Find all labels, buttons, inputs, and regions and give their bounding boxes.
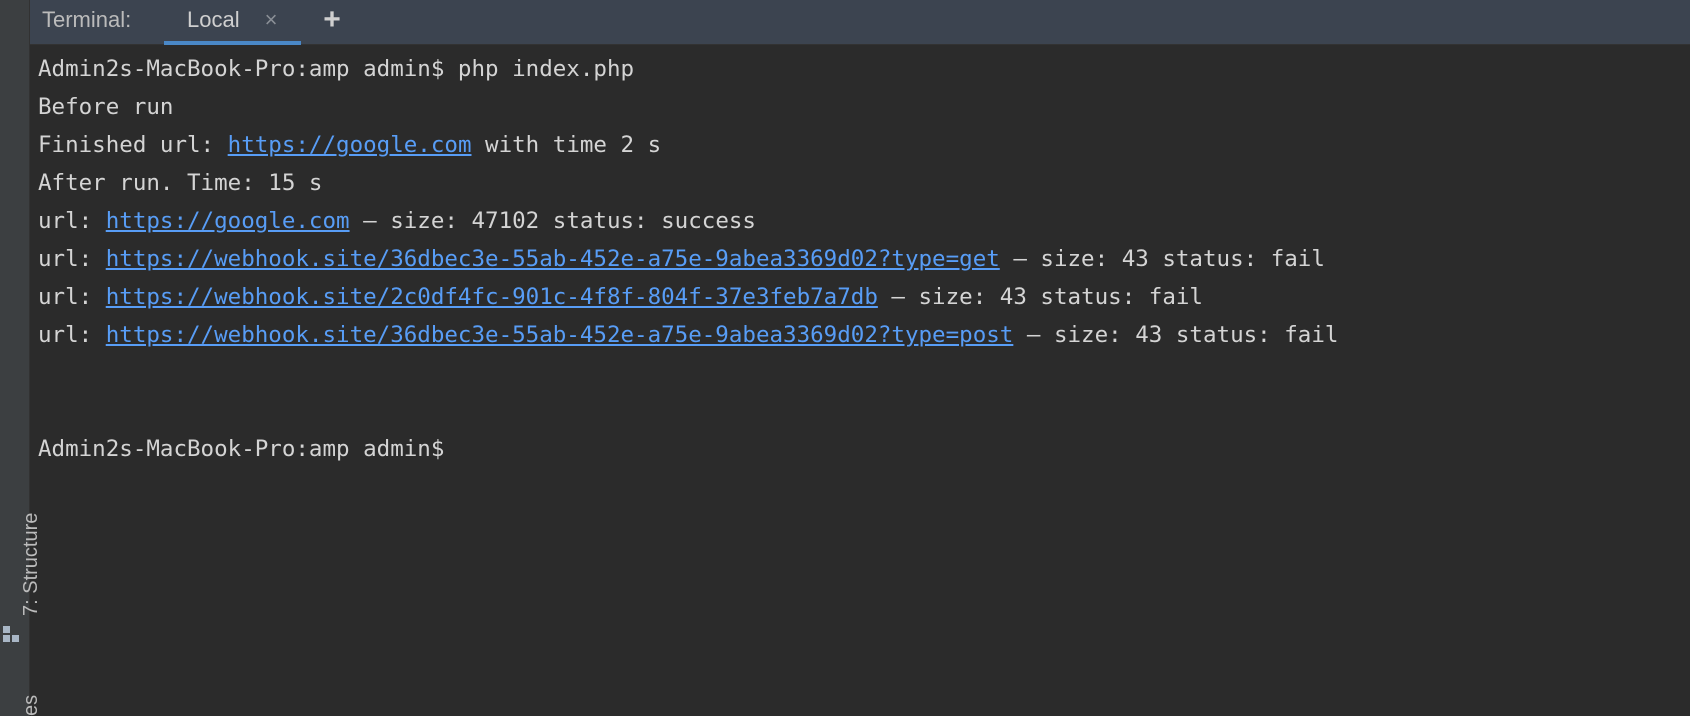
result-url-link[interactable]: https://google.com <box>106 208 350 234</box>
terminal-output[interactable]: Admin2s-MacBook-Pro:amp admin$ php index… <box>38 50 1678 468</box>
tab-local-label: Local <box>187 7 240 32</box>
finished-suffix: with time 2 s <box>471 132 662 158</box>
result-suffix: – size: 43 status: fail <box>1013 322 1339 348</box>
structure-tab-label: 7: Structure <box>20 512 42 616</box>
finished-url-link[interactable]: https://google.com <box>228 132 472 158</box>
terminal-title: Terminal: <box>42 7 132 32</box>
result-url-link[interactable]: https://webhook.site/36dbec3e-55ab-452e-… <box>106 246 1000 272</box>
result-prefix: url: <box>38 284 106 310</box>
result-url-link[interactable]: https://webhook.site/36dbec3e-55ab-452e-… <box>106 322 1014 348</box>
structure-tool-tab[interactable]: 7: Structure <box>0 498 42 648</box>
left-tool-strip: 7: Structure es <box>0 0 42 716</box>
new-terminal-button[interactable]: + <box>317 5 347 35</box>
result-suffix: – size: 43 status: fail <box>999 246 1325 272</box>
bottom-tab-label: es <box>20 694 42 716</box>
ide-terminal-window: 7: Structure es Terminal: Local × + Admi… <box>0 0 1690 716</box>
close-icon[interactable]: × <box>260 9 282 31</box>
terminal-line-result: url: https://webhook.site/36dbec3e-55ab-… <box>38 316 1678 354</box>
result-suffix: – size: 47102 status: success <box>349 208 756 234</box>
bottom-tool-tab[interactable]: es <box>0 682 42 716</box>
terminal-line-result: url: https://webhook.site/2c0df4fc-901c-… <box>38 278 1678 316</box>
result-prefix: url: <box>38 322 106 348</box>
active-tab-indicator <box>164 41 301 45</box>
result-url-link[interactable]: https://webhook.site/2c0df4fc-901c-4f8f-… <box>106 284 878 310</box>
structure-icon <box>3 626 19 642</box>
terminal-line-result: url: https://google.com – size: 47102 st… <box>38 202 1678 240</box>
result-prefix: url: <box>38 246 106 272</box>
terminal-line-finished: Finished url: https://google.com with ti… <box>38 126 1678 164</box>
result-prefix: url: <box>38 208 106 234</box>
tab-local[interactable]: Local × <box>164 0 301 45</box>
terminal-tab-bar: Terminal: Local × + <box>30 0 1690 45</box>
finished-prefix: Finished url: <box>38 132 228 158</box>
result-suffix: – size: 43 status: fail <box>877 284 1203 310</box>
terminal-line-prompt: Admin2s-MacBook-Pro:amp admin$ <box>38 436 445 462</box>
terminal-line-before-run: Before run <box>38 94 174 120</box>
terminal-line-result: url: https://webhook.site/36dbec3e-55ab-… <box>38 240 1678 278</box>
terminal-line-command: Admin2s-MacBook-Pro:amp admin$ php index… <box>38 56 635 82</box>
terminal-line-after-run: After run. Time: 15 s <box>38 170 323 196</box>
